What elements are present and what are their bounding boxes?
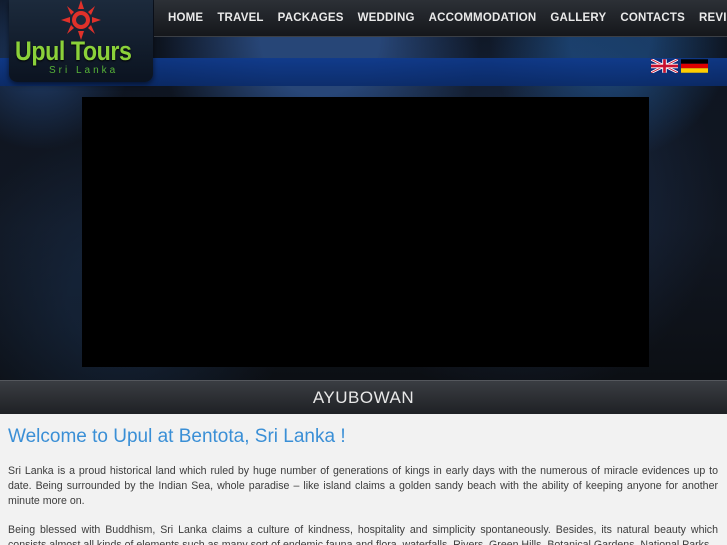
nav-wedding[interactable]: WEDDING <box>351 12 422 24</box>
nav-packages[interactable]: PACKAGES <box>271 12 351 24</box>
nav-gallery[interactable]: GALLERY <box>543 12 613 24</box>
nav-accommodation[interactable]: ACCOMMODATION <box>422 12 544 24</box>
nav-reviews[interactable]: REVIEWS <box>692 12 727 24</box>
buddhism-paragraph: Being blessed with Buddhism, Sri Lanka c… <box>8 524 718 545</box>
main-navigation: HOME TRAVEL PACKAGES WEDDING ACCOMMODATI… <box>154 0 727 37</box>
page-title: Welcome to Upul at Bentota, Sri Lanka ! <box>8 426 346 447</box>
logo-subtitle: Sri Lanka <box>49 65 119 76</box>
nav-contacts[interactable]: CONTACTS <box>613 12 692 24</box>
greeting-banner: AYUBOWAN <box>0 380 727 415</box>
logo-brand-name: Upul Tours <box>15 36 132 66</box>
main-content: Welcome to Upul at Bentota, Sri Lanka ! … <box>0 414 727 545</box>
video-player[interactable] <box>82 97 649 367</box>
nav-home[interactable]: HOME <box>154 12 210 24</box>
nav-travel[interactable]: TRAVEL <box>210 12 270 24</box>
intro-paragraph: Sri Lanka is a proud historical land whi… <box>8 465 718 507</box>
english-flag-icon[interactable] <box>651 59 678 73</box>
german-flag-icon[interactable] <box>681 59 708 73</box>
site-logo[interactable]: Upul Tours Sri Lanka <box>9 0 153 82</box>
greeting-banner-title: AYUBOWAN <box>312 388 415 407</box>
